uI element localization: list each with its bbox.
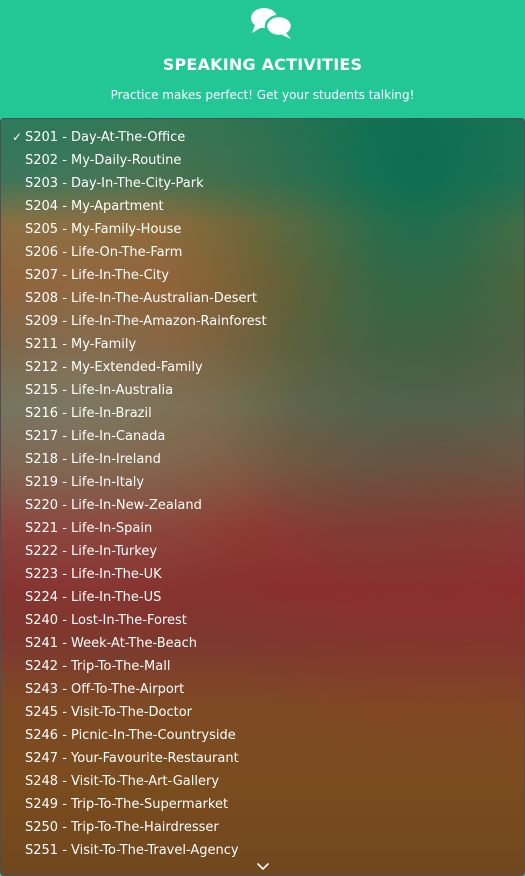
dropdown-option[interactable]: S217 - Life-In-Canada (1, 425, 524, 448)
dropdown-option[interactable]: S208 - Life-In-The-Australian-Desert (1, 287, 524, 310)
dropdown-option-label: S224 - Life-In-The-US (25, 590, 162, 605)
dropdown-option-label: S204 - My-Apartment (25, 199, 164, 214)
dropdown-option[interactable]: S221 - Life-In-Spain (1, 517, 524, 540)
dropdown-option-label: S209 - Life-In-The-Amazon-Rainforest (25, 314, 267, 329)
dropdown-option[interactable]: S246 - Picnic-In-The-Countryside (1, 724, 524, 747)
dropdown-option[interactable]: S242 - Trip-To-The-Mall (1, 655, 524, 678)
dropdown-option[interactable]: S220 - Life-In-New-Zealand (1, 494, 524, 517)
dropdown-option-label: S223 - Life-In-The-UK (25, 567, 162, 582)
dropdown-option-label: S241 - Week-At-The-Beach (25, 636, 197, 651)
dropdown-option[interactable]: S224 - Life-In-The-US (1, 586, 524, 609)
dropdown-option-label: S247 - Your-Favourite-Restaurant (25, 751, 239, 766)
dropdown-option-label: S206 - Life-On-The-Farm (25, 245, 183, 260)
dropdown-option-label: S243 - Off-To-The-Airport (25, 682, 185, 697)
dropdown-option-label: S246 - Picnic-In-The-Countryside (25, 728, 236, 743)
dropdown-option[interactable]: S240 - Lost-In-The-Forest (1, 609, 524, 632)
dropdown-option[interactable]: S245 - Visit-To-The-Doctor (1, 701, 524, 724)
dropdown-option-label: S219 - Life-In-Italy (25, 475, 145, 490)
activity-dropdown-list[interactable]: ✓ S201 - Day-At-The-Office S202 - My-Daily… (0, 118, 525, 876)
dropdown-option[interactable]: S212 - My-Extended-Family (1, 356, 524, 379)
dropdown-option-label: S250 - Trip-To-The-Hairdresser (25, 820, 219, 835)
dropdown-option-label: S242 - Trip-To-The-Mall (25, 659, 171, 674)
dropdown-option[interactable]: ✓ S201 - Day-At-The-Office (1, 126, 524, 149)
dropdown-option-label: S216 - Life-In-Brazil (25, 406, 152, 421)
dropdown-option[interactable]: S223 - Life-In-The-UK (1, 563, 524, 586)
dropdown-option[interactable]: S218 - Life-In-Ireland (1, 448, 524, 471)
dropdown-option[interactable]: S251 - Visit-To-The-Travel-Agency (1, 839, 524, 862)
chevron-down-icon[interactable] (257, 863, 269, 871)
dropdown-option[interactable]: S250 - Trip-To-The-Hairdresser (1, 816, 524, 839)
page-subtitle: Practice makes perfect! Get your student… (110, 88, 415, 102)
page-title: SPEAKING ACTIVITIES (162, 55, 363, 74)
dropdown-option-label: S203 - Day-In-The-City-Park (25, 176, 204, 191)
dropdown-option[interactable]: S215 - Life-In-Australia (1, 379, 524, 402)
dropdown-option-label: S251 - Visit-To-The-Travel-Agency (25, 843, 239, 858)
dropdown-option-label: S208 - Life-In-The-Australian-Desert (25, 291, 257, 306)
dropdown-option-label: S207 - Life-In-The-City (25, 268, 170, 283)
dropdown-option-label: S221 - Life-In-Spain (25, 521, 153, 536)
dropdown-option[interactable]: S219 - Life-In-Italy (1, 471, 524, 494)
dropdown-option-label: S245 - Visit-To-The-Doctor (25, 705, 193, 720)
dropdown-option-label: S217 - Life-In-Canada (25, 429, 166, 444)
dropdown-option[interactable]: S216 - Life-In-Brazil (1, 402, 524, 425)
dropdown-option[interactable]: S202 - My-Daily-Routine (1, 149, 524, 172)
dropdown-option-label: S249 - Trip-To-The-Supermarket (25, 797, 229, 812)
dropdown-option-label: S212 - My-Extended-Family (25, 360, 203, 375)
dropdown-option[interactable]: S207 - Life-In-The-City (1, 264, 524, 287)
dropdown-option-label: S215 - Life-In-Australia (25, 383, 174, 398)
dropdown-option[interactable]: S243 - Off-To-The-Airport (1, 678, 524, 701)
dropdown-option-label: S202 - My-Daily-Routine (25, 153, 182, 168)
page-header: SPEAKING ACTIVITIES Practice makes perfe… (0, 0, 525, 118)
dropdown-option[interactable]: S211 - My-Family (1, 333, 524, 356)
dropdown-option-label: S201 - Day-At-The-Office (25, 130, 186, 145)
dropdown-option[interactable]: S205 - My-Family-House (1, 218, 524, 241)
dropdown-options: ✓ S201 - Day-At-The-Office S202 - My-Daily… (1, 126, 524, 862)
dropdown-option[interactable]: S241 - Week-At-The-Beach (1, 632, 524, 655)
dropdown-option[interactable]: S222 - Life-In-Turkey (1, 540, 524, 563)
dropdown-option-label: S222 - Life-In-Turkey (25, 544, 158, 559)
dropdown-option[interactable]: S247 - Your-Favourite-Restaurant (1, 747, 524, 770)
chat-bubbles-icon (251, 8, 294, 39)
dropdown-option[interactable]: S249 - Trip-To-The-Supermarket (1, 793, 524, 816)
dropdown-option[interactable]: S204 - My-Apartment (1, 195, 524, 218)
checkmark-icon: ✓ (12, 130, 23, 144)
dropdown-option[interactable]: S206 - Life-On-The-Farm (1, 241, 524, 264)
dropdown-option[interactable]: S203 - Day-In-The-City-Park (1, 172, 524, 195)
dropdown-option-label: S220 - Life-In-New-Zealand (25, 498, 202, 513)
dropdown-option-label: S211 - My-Family (25, 337, 137, 352)
dropdown-option-label: S240 - Lost-In-The-Forest (25, 613, 187, 628)
dropdown-option[interactable]: S248 - Visit-To-The-Art-Gallery (1, 770, 524, 793)
dropdown-option[interactable]: S209 - Life-In-The-Amazon-Rainforest (1, 310, 524, 333)
dropdown-option-label: S205 - My-Family-House (25, 222, 182, 237)
dropdown-option-label: S248 - Visit-To-The-Art-Gallery (25, 774, 220, 789)
dropdown-option-label: S218 - Life-In-Ireland (25, 452, 161, 467)
